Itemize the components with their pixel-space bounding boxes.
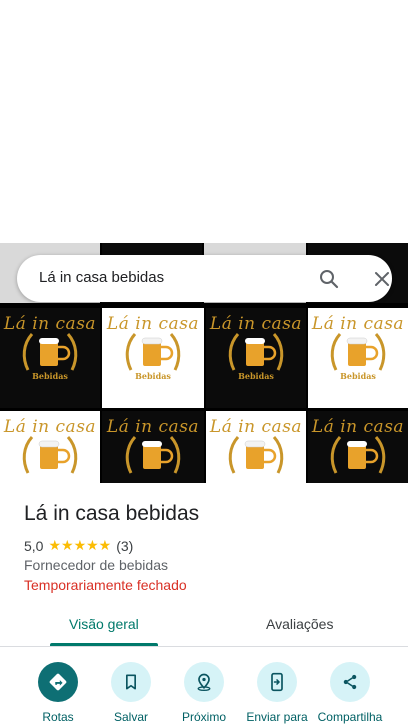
nearby-button[interactable]: Próximo [164, 662, 244, 724]
photo-tile[interactable]: Lá in casa [102, 411, 204, 483]
photo-tile[interactable]: Lá in casa Bebidas [102, 308, 204, 408]
directions-icon [38, 662, 78, 702]
tab-reviews[interactable]: Avaliações [266, 616, 333, 632]
send-to-device-icon [257, 662, 297, 702]
photo-tile[interactable]: Lá in casa [206, 411, 306, 483]
review-count[interactable]: (3) [116, 538, 133, 554]
search-query-text[interactable]: Lá in casa bebidas [39, 269, 164, 286]
share-label: Compartilha [317, 710, 383, 724]
beer-mug-logo-icon [228, 435, 284, 474]
photo-tile[interactable]: Lá in casa Bebidas [308, 308, 408, 408]
directions-label: Rotas [42, 710, 74, 724]
place-title: Lá in casa bebidas [24, 502, 200, 525]
beer-mug-logo-icon [330, 435, 386, 474]
photo-subtitle: Bebidas [238, 371, 274, 381]
photo-subtitle: Bebidas [135, 371, 171, 381]
star-rating-icon: ★★★★★ [48, 537, 112, 553]
open-status: Temporariamente fechado [24, 577, 187, 593]
save-button[interactable]: Salvar [91, 662, 171, 724]
beer-mug-logo-icon [125, 332, 181, 371]
close-icon[interactable] [370, 267, 394, 291]
photo-subtitle: Bebidas [32, 371, 68, 381]
photo-tile[interactable]: Lá in casa Bebidas [0, 308, 100, 408]
rating-value: 5,0 [24, 537, 44, 554]
bookmark-icon [111, 662, 151, 702]
share-icon [330, 662, 370, 702]
nearby-icon [184, 662, 224, 702]
tab-overview[interactable]: Visão geral [69, 616, 139, 632]
place-category: Fornecedor de bebidas [24, 557, 168, 573]
nearby-label: Próximo [181, 710, 226, 724]
share-button[interactable]: Compartilha [310, 662, 390, 724]
send-to-device-label: Enviar para [246, 710, 308, 724]
beer-mug-logo-icon [330, 332, 386, 371]
save-label: Salvar [113, 710, 148, 724]
rating-row[interactable]: 5,0 ★★★★★ (3) [24, 537, 133, 554]
beer-mug-logo-icon [125, 435, 181, 474]
search-bar[interactable]: Lá in casa bebidas [17, 255, 392, 302]
directions-button[interactable]: Rotas [18, 662, 98, 724]
photo-tile[interactable]: Lá in casa [0, 411, 100, 483]
map-area[interactable] [0, 0, 408, 243]
photo-tile[interactable]: Lá in casa [308, 411, 408, 483]
beer-mug-logo-icon [22, 435, 78, 474]
photo-subtitle: Bebidas [340, 371, 376, 381]
divider [0, 646, 408, 647]
photo-tile[interactable]: Lá in casa Bebidas [206, 308, 306, 408]
send-to-device-button[interactable]: Enviar para [237, 662, 317, 724]
beer-mug-logo-icon [22, 332, 78, 371]
search-icon[interactable] [317, 267, 341, 291]
beer-mug-logo-icon [228, 332, 284, 371]
